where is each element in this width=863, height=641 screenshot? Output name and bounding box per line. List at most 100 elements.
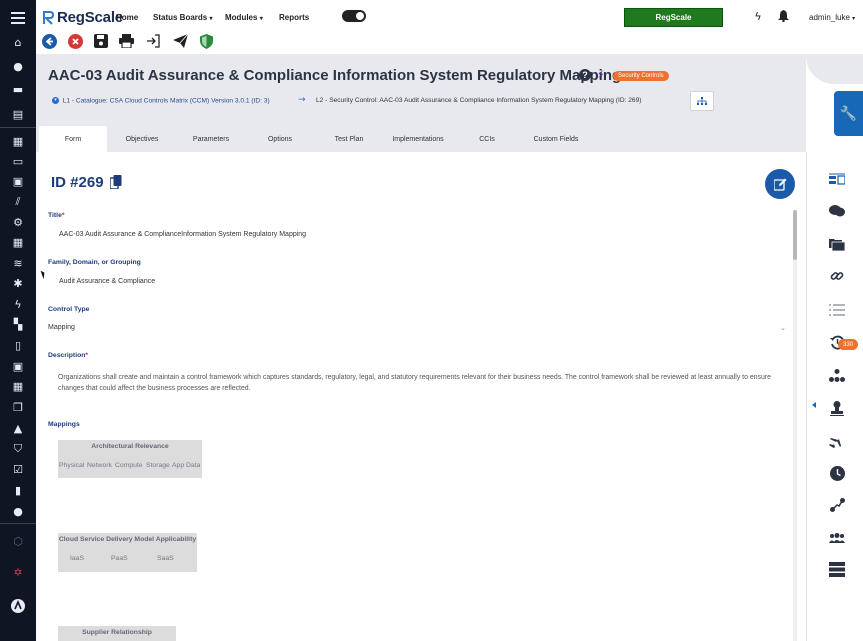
description-field[interactable]: Organizations shall create and maintain …	[58, 372, 780, 394]
connections-icon[interactable]: ⚙	[9, 215, 27, 229]
help-icon[interactable]: ?	[579, 69, 591, 81]
warning-icon[interactable]: ▲	[9, 421, 27, 435]
copy-icon[interactable]	[109, 175, 122, 190]
col-saas: SaaS	[157, 555, 174, 562]
wrench-button[interactable]: 🔧	[834, 91, 863, 136]
briefcase-icon[interactable]: ▣	[9, 174, 27, 188]
history-count-badge: 330	[838, 339, 859, 350]
description-label: Description*	[48, 352, 88, 359]
folders-icon[interactable]	[829, 236, 845, 252]
col-network: Network	[87, 462, 112, 469]
asterisk-icon[interactable]: ✱	[9, 276, 27, 290]
col-physical: Physical	[59, 462, 85, 469]
couch-icon[interactable]: ▬	[9, 82, 27, 96]
tab-parameters[interactable]: Parameters	[177, 126, 245, 152]
grid-icon[interactable]: ▦	[9, 235, 27, 249]
tab-options[interactable]: Options	[246, 126, 314, 152]
nav-reports[interactable]: Reports	[279, 13, 309, 22]
nav-status-boards[interactable]: Status Boards ▾	[153, 13, 212, 22]
users-icon[interactable]	[829, 530, 845, 546]
list-icon[interactable]	[829, 302, 845, 318]
tab-form[interactable]: Form	[39, 126, 107, 152]
user-secret-icon[interactable]: ●	[9, 59, 27, 73]
form-scrollbar[interactable]	[793, 210, 797, 641]
link-icon[interactable]	[829, 268, 845, 284]
tab-implementations[interactable]: Implementations	[384, 126, 452, 152]
nav-home[interactable]: Home	[116, 13, 138, 22]
print-icon[interactable]	[118, 33, 134, 49]
control-type-select[interactable]: Mapping	[48, 324, 75, 331]
form-panel: ID #269 Title* AAC-03 Audit Assurance & …	[36, 152, 806, 641]
export-icon[interactable]	[145, 33, 161, 49]
chevron-down-icon: ▾	[259, 16, 263, 22]
bell-icon[interactable]	[777, 10, 789, 22]
col-data: Data	[186, 462, 201, 469]
regscale-mark-icon	[43, 10, 54, 25]
col-paas: PaaS	[111, 555, 128, 562]
star-logo-icon[interactable]: ✡	[9, 565, 27, 579]
breadcrumb-l1[interactable]: ▾ L1 - Catalogue: CSA Cloud Controls Mat…	[52, 97, 270, 104]
tab-bar: Form Objectives Parameters Options Test …	[36, 126, 806, 152]
shield-icon[interactable]	[198, 33, 214, 49]
required-mark: *	[85, 352, 89, 359]
chevron-down-icon[interactable]: ⌄	[780, 324, 786, 332]
layers-icon[interactable]: ≋	[9, 256, 27, 270]
bolt-icon[interactable]: ϟ	[752, 10, 764, 23]
copy-icon[interactable]: ❐	[9, 400, 27, 414]
brand-logo[interactable]: RegScale	[43, 9, 123, 26]
send-icon[interactable]	[172, 33, 188, 49]
book-icon[interactable]: ▦	[9, 134, 27, 148]
checklist-icon[interactable]: ☑	[9, 462, 27, 476]
cube-icon[interactable]: ⬡	[9, 534, 27, 548]
home-icon[interactable]: ⌂	[9, 35, 27, 49]
cancel-icon[interactable]	[67, 33, 83, 49]
chevron-circle-down-icon: ▾	[52, 97, 59, 104]
menu-icon[interactable]	[9, 11, 27, 25]
laptop-icon[interactable]: ▭	[9, 154, 27, 168]
plane-icon[interactable]	[829, 433, 845, 449]
title-field[interactable]: AAC-03 Audit Assurance & ComplianceInfor…	[59, 231, 306, 238]
tab-test-plan[interactable]: Test Plan	[315, 126, 383, 152]
file-icon[interactable]: ▯	[9, 338, 27, 352]
shield-check-icon[interactable]: ⛉	[9, 442, 27, 456]
tab-objectives[interactable]: Objectives	[108, 126, 176, 152]
collapse-rail-icon[interactable]	[812, 402, 816, 408]
theme-toggle[interactable]	[342, 10, 366, 22]
breadcrumb-l2[interactable]: L2 - Security Control: AAC-03 Audit Assu…	[316, 97, 641, 104]
edit-button[interactable]	[765, 169, 795, 199]
id-card-icon[interactable]: ▣	[9, 359, 27, 373]
clock-icon[interactable]	[829, 465, 845, 481]
clipboard-icon[interactable]: ▮	[9, 483, 27, 497]
news-icon[interactable]: ▤	[9, 107, 27, 121]
description-label-text: Description	[48, 352, 86, 359]
dashboard-icon[interactable]	[829, 172, 845, 188]
comments-icon[interactable]	[829, 203, 845, 219]
chart-bars-icon[interactable]: ⫽	[9, 195, 27, 209]
regscale-logo-icon[interactable]	[9, 599, 27, 613]
org-chart-icon[interactable]	[829, 368, 845, 384]
stamp-icon[interactable]	[829, 400, 845, 416]
bolt-icon[interactable]: ϟ	[9, 297, 27, 311]
calendar-icon[interactable]: ▦	[9, 379, 27, 393]
architectural-relevance-table: Architectural Relevance Physical Network…	[58, 440, 202, 478]
save-icon[interactable]	[93, 33, 109, 49]
translate-icon[interactable]: ▚	[9, 317, 27, 331]
tab-ccis[interactable]: CCIs	[453, 126, 521, 152]
regscale-button[interactable]: RegScale	[624, 8, 723, 27]
mappings-label: Mappings	[48, 421, 80, 428]
nav-modules[interactable]: Modules ▾	[225, 13, 263, 22]
user-menu[interactable]: admin_luke ▾	[809, 13, 855, 22]
route-icon[interactable]	[829, 497, 845, 513]
security-controls-badge: Security Controls	[613, 71, 669, 81]
toggle-knob	[356, 12, 364, 20]
bomb-icon[interactable]: ●	[9, 504, 27, 518]
edit-icon	[773, 178, 786, 191]
scrollbar-thumb[interactable]	[793, 210, 797, 260]
server-icon[interactable]	[829, 561, 845, 577]
back-icon[interactable]	[41, 33, 57, 49]
nav-modules-label: Modules	[225, 13, 258, 22]
magic-wand-icon[interactable]: ⚡	[597, 68, 609, 81]
tab-custom-fields[interactable]: Custom Fields	[522, 126, 590, 152]
family-field[interactable]: Audit Assurance & Compliance	[59, 278, 155, 285]
hierarchy-button[interactable]	[690, 91, 714, 111]
